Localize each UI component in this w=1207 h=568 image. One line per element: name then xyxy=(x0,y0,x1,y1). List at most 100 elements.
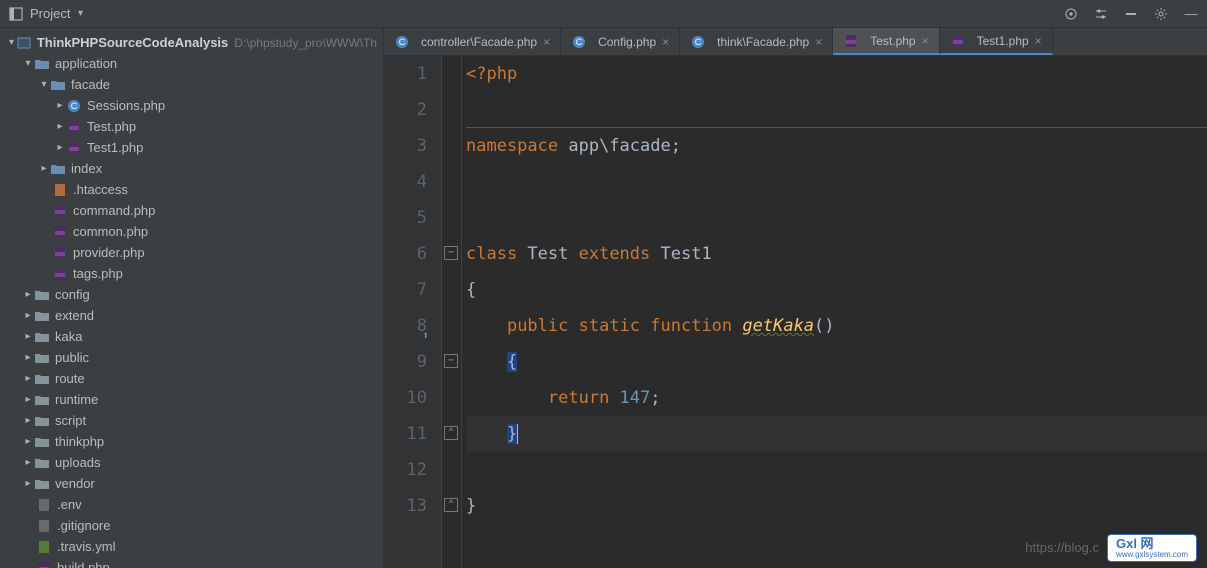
fold-column: − − ⌃ ⌃ xyxy=(442,56,462,568)
line-number: 2 xyxy=(384,92,427,128)
folder-icon xyxy=(34,56,50,72)
project-tree[interactable]: ▾ ThinkPHPSourceCodeAnalysis D:\phpstudy… xyxy=(0,28,384,568)
code-line xyxy=(466,92,1207,128)
arrow-right-icon: ▸ xyxy=(22,352,34,364)
line-number: 13 xyxy=(384,488,427,524)
close-icon[interactable]: × xyxy=(815,35,822,49)
toolbar-right: — xyxy=(1063,6,1199,22)
tab-config[interactable]: C Config.php × xyxy=(561,28,680,55)
close-icon[interactable]: × xyxy=(543,35,550,49)
tree-folder-uploads[interactable]: ▸uploads xyxy=(0,452,383,473)
tree-file-htaccess[interactable]: .htaccess xyxy=(0,179,383,200)
tree-folder-facade[interactable]: ▾ facade xyxy=(0,74,383,95)
fold-toggle-icon[interactable]: − xyxy=(444,246,458,260)
tree-file-test[interactable]: ▸ Test.php xyxy=(0,116,383,137)
php-file-icon xyxy=(36,560,52,568)
tab-test[interactable]: Test.php × xyxy=(833,28,939,55)
tree-folder-vendor[interactable]: ▸vendor xyxy=(0,473,383,494)
line-number: 6 xyxy=(384,236,427,272)
tree-folder-config[interactable]: ▸config xyxy=(0,284,383,305)
line-number: 4 xyxy=(384,164,427,200)
arrow-right-icon: ▸ xyxy=(22,394,34,406)
arrow-right-icon: ▸ xyxy=(54,100,66,112)
php-class-icon: C xyxy=(66,98,82,114)
tree-file-gitignore[interactable]: .gitignore xyxy=(0,515,383,536)
tree-file-common[interactable]: common.php xyxy=(0,221,383,242)
tree-label: ThinkPHPSourceCodeAnalysis xyxy=(37,35,228,50)
code-line xyxy=(466,452,1207,488)
tree-file-env[interactable]: .env xyxy=(0,494,383,515)
project-tool-icon[interactable] xyxy=(8,6,24,22)
tree-path: D:\phpstudy_pro\WWW\Th xyxy=(234,36,377,50)
folder-icon xyxy=(34,413,50,429)
code-content[interactable]: <?php namespace app\facade; class Test e… xyxy=(462,56,1207,568)
locate-icon[interactable] xyxy=(1063,6,1079,22)
code-line: { xyxy=(466,344,1207,380)
watermark-url: https://blog.c xyxy=(1025,540,1099,555)
settings-sliders-icon[interactable] xyxy=(1093,6,1109,22)
tabs-bar: C controller\Facade.php × C Config.php ×… xyxy=(384,28,1207,56)
folder-icon xyxy=(34,476,50,492)
tree-file-travis[interactable]: .travis.yml xyxy=(0,536,383,557)
line-number: 3 xyxy=(384,128,427,164)
folder-icon xyxy=(34,308,50,324)
code-line: public static function getKaka() xyxy=(466,308,1207,344)
fold-end-icon[interactable]: ⌃ xyxy=(444,498,458,512)
line-number: 9 xyxy=(384,344,427,380)
line-number: 8⬆ xyxy=(384,308,427,344)
php-file-icon xyxy=(950,33,966,49)
tab-think-facade[interactable]: C think\Facade.php × xyxy=(680,28,833,55)
tab-test1[interactable]: Test1.php × xyxy=(940,28,1053,55)
php-file-icon xyxy=(66,119,82,135)
hide-icon[interactable]: — xyxy=(1183,6,1199,22)
tree-file-sessions[interactable]: ▸ C Sessions.php xyxy=(0,95,383,116)
close-icon[interactable]: × xyxy=(662,35,669,49)
arrow-right-icon: ▸ xyxy=(22,457,34,469)
code-editor[interactable]: 1 2 3 4 5 6 7 8⬆ 9 10 11 12 13 − − ⌃ ⌃ xyxy=(384,56,1207,568)
tree-folder-kaka[interactable]: ▸kaka xyxy=(0,326,383,347)
tree-folder-extend[interactable]: ▸extend xyxy=(0,305,383,326)
close-icon[interactable]: × xyxy=(922,34,929,48)
code-line: } xyxy=(466,488,1207,524)
arrow-right-icon: ▸ xyxy=(54,121,66,133)
tree-file-command[interactable]: command.php xyxy=(0,200,383,221)
tree-file-build[interactable]: build.php xyxy=(0,557,383,568)
code-line: <?php xyxy=(466,56,1207,92)
collapse-icon[interactable] xyxy=(1123,6,1139,22)
logo-badge: Gxl 网 www.gxlsystem.com xyxy=(1107,534,1197,562)
tab-controller-facade[interactable]: C controller\Facade.php × xyxy=(384,28,561,55)
arrow-down-icon: ▾ xyxy=(22,58,34,70)
tab-label: Config.php xyxy=(598,35,656,49)
gutter: 1 2 3 4 5 6 7 8⬆ 9 10 11 12 13 xyxy=(384,56,442,568)
tree-folder-application[interactable]: ▾ application xyxy=(0,53,383,74)
close-icon[interactable]: × xyxy=(1035,34,1042,48)
tree-file-test1[interactable]: ▸ Test1.php xyxy=(0,137,383,158)
php-file-icon xyxy=(52,203,68,219)
folder-icon xyxy=(34,329,50,345)
line-number: 10 xyxy=(384,380,427,416)
project-dropdown[interactable]: Project ▾ xyxy=(30,6,86,21)
tree-folder-public[interactable]: ▸public xyxy=(0,347,383,368)
tree-file-tags[interactable]: tags.php xyxy=(0,263,383,284)
tab-label: controller\Facade.php xyxy=(421,35,537,49)
tree-folder-runtime[interactable]: ▸runtime xyxy=(0,389,383,410)
toolbar-left: Project ▾ xyxy=(8,6,86,22)
project-icon xyxy=(17,35,32,51)
gear-icon[interactable] xyxy=(1153,6,1169,22)
tree-folder-route[interactable]: ▸route xyxy=(0,368,383,389)
tree-folder-index[interactable]: ▸ index xyxy=(0,158,383,179)
tree-folder-script[interactable]: ▸script xyxy=(0,410,383,431)
folder-icon xyxy=(50,77,66,93)
line-number: 5 xyxy=(384,200,427,236)
tree-root[interactable]: ▾ ThinkPHPSourceCodeAnalysis D:\phpstudy… xyxy=(0,32,383,53)
folder-icon xyxy=(34,392,50,408)
fold-end-icon[interactable]: ⌃ xyxy=(444,426,458,440)
arrow-down-icon: ▾ xyxy=(38,79,50,91)
tree-file-provider[interactable]: provider.php xyxy=(0,242,383,263)
code-line: return 147; xyxy=(466,380,1207,416)
arrow-right-icon: ▸ xyxy=(22,310,34,322)
tree-folder-thinkphp[interactable]: ▸thinkphp xyxy=(0,431,383,452)
fold-toggle-icon[interactable]: − xyxy=(444,354,458,368)
arrow-right-icon: ▸ xyxy=(22,289,34,301)
code-line: namespace app\facade; xyxy=(466,128,1207,164)
